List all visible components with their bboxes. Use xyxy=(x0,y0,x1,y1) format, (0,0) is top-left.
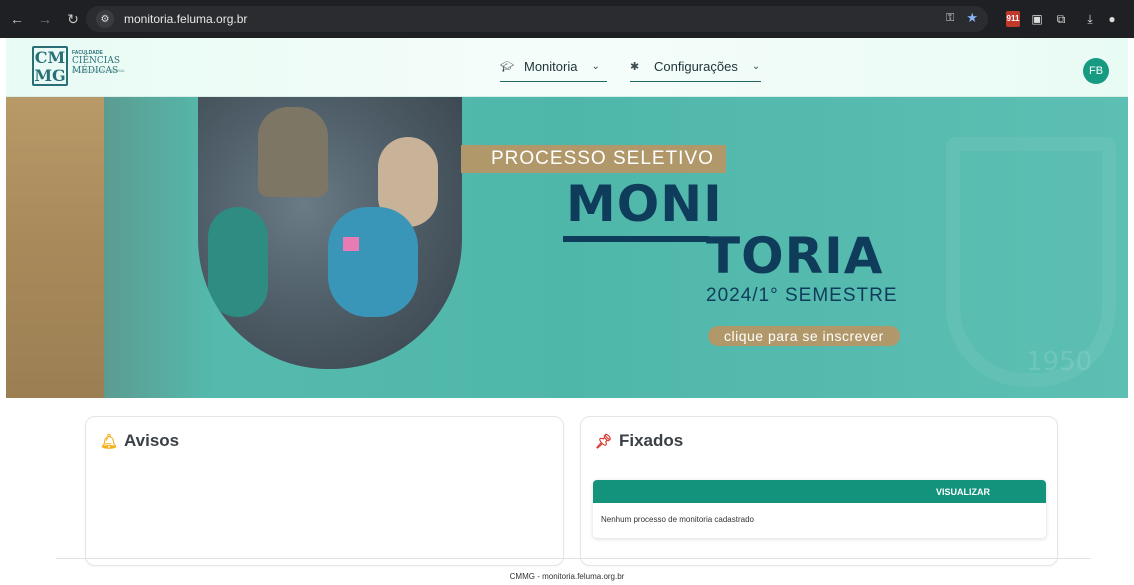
banner-rule xyxy=(563,236,709,242)
calendar-extension-icon[interactable]: 911 xyxy=(1003,9,1023,29)
banner-title-line1: MONI xyxy=(566,175,723,233)
pushpin-icon: 📌︎ xyxy=(595,432,613,449)
fixados-title-text: Fixados xyxy=(619,431,684,450)
logo-line3: UMA INSTITUIÇÃO FELUMA xyxy=(72,68,125,73)
url-text[interactable]: monitoria.feluma.org.br xyxy=(124,12,247,26)
back-icon[interactable]: ← xyxy=(6,8,28,30)
reload-icon[interactable]: ↻ xyxy=(62,8,84,30)
avisos-title: 🔔︎ Avisos xyxy=(100,431,179,451)
footer: CMMG - monitoria.feluma.org.br xyxy=(509,572,625,581)
empty-message: Nenhum processo de monitoria cadastrado xyxy=(601,515,754,524)
media-icon[interactable]: ▣ xyxy=(1027,9,1047,29)
cmmg-logo[interactable]: CM MG FACULDADE CIÊNCIAS MÉDICAS UMA INST… xyxy=(32,46,162,86)
gear-icon: ✱ xyxy=(630,61,640,73)
logo-line2: CIÊNCIAS MÉDICAS xyxy=(72,56,120,76)
user-avatar[interactable]: FB xyxy=(1083,58,1109,84)
watermark-year: 1950 xyxy=(1026,347,1093,377)
profile-icon[interactable]: ● xyxy=(1102,9,1122,29)
logo-mark-icon: CM MG xyxy=(32,46,68,86)
menu-configuracoes-label: Configurações xyxy=(654,59,738,74)
download-icon[interactable]: ⤓ xyxy=(1080,9,1100,29)
banner-tag: PROCESSO SELETIVO xyxy=(461,145,726,173)
monitoria-banner[interactable]: 1950 PROCESSO SELETIVO MONI TORIA 2024/1… xyxy=(6,97,1128,398)
banner-title-line2: TORIA xyxy=(706,227,884,285)
fixados-card: 📌︎ Fixados VISUALIZAR Nenhum processo de… xyxy=(580,416,1058,566)
menu-monitoria-label: Monitoria xyxy=(524,59,578,74)
fixados-table: VISUALIZAR Nenhum processo de monitoria … xyxy=(593,480,1046,538)
site-settings-icon[interactable]: ⚙ xyxy=(96,10,114,28)
table-empty-row: Nenhum processo de monitoria cadastrado xyxy=(593,503,1046,536)
banner-left-photo xyxy=(6,97,104,398)
banner-semester: 2024/1° SEMESTRE xyxy=(706,285,898,306)
password-key-icon[interactable]: ⚿ xyxy=(946,12,954,25)
avisos-card: 🔔︎ Avisos xyxy=(85,416,564,566)
bookmark-star-icon[interactable]: ★ xyxy=(966,10,978,26)
chevron-down-icon: ⌄ xyxy=(751,61,761,72)
subscribe-button[interactable]: clique para se inscrever xyxy=(708,326,900,346)
footer-divider xyxy=(56,558,1091,559)
column-visualizar: VISUALIZAR xyxy=(936,486,990,497)
menu-monitoria[interactable]: 🎓︎ Monitoria ⌄ xyxy=(500,52,607,82)
students-photo xyxy=(198,97,462,369)
forward-icon[interactable]: → xyxy=(34,8,56,30)
fixados-title: 📌︎ Fixados xyxy=(595,431,683,451)
bell-icon: 🔔︎ xyxy=(100,432,118,449)
extensions-puzzle-icon[interactable]: ⧉ xyxy=(1051,9,1071,29)
address-bar[interactable]: ⚙ monitoria.feluma.org.br ⚿ ★ xyxy=(86,6,988,32)
menu-configuracoes[interactable]: ✱ Configurações ⌄ xyxy=(630,52,761,82)
graduation-cap-icon: 🎓︎ xyxy=(500,61,514,73)
table-header: VISUALIZAR xyxy=(593,480,1046,503)
chevron-down-icon: ⌄ xyxy=(591,61,600,72)
avisos-title-text: Avisos xyxy=(124,431,180,450)
browser-toolbar: ← → ↻ ⚙ monitoria.feluma.org.br ⚿ ★ 911 … xyxy=(0,0,1134,38)
app-header: CM MG FACULDADE CIÊNCIAS MÉDICAS UMA INST… xyxy=(6,38,1128,97)
